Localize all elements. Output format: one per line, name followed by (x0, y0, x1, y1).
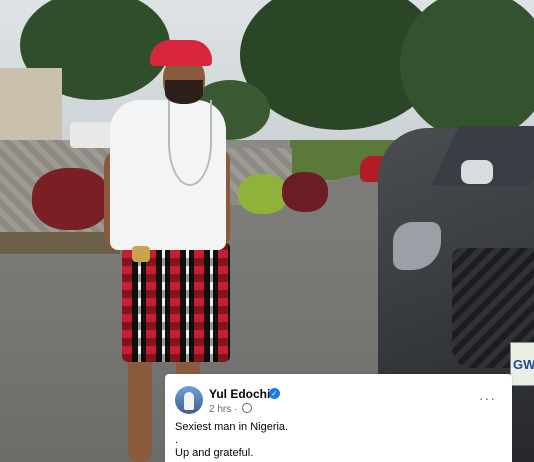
more-options-icon[interactable]: ··· (479, 390, 496, 406)
avatar[interactable] (175, 386, 203, 414)
post-meta: 2 hrs · (209, 403, 253, 415)
facebook-post-card: Yul Edochie ✓ 2 hrs · ··· Sexiest man in… (165, 374, 512, 462)
author-name[interactable]: Yul Edochie (209, 387, 277, 401)
side-mirror (461, 160, 493, 184)
red-cap (150, 40, 212, 66)
verified-badge-icon: ✓ (269, 388, 280, 399)
post-text: Sexiest man in Nigeria. . Up and gratefu… (175, 421, 288, 460)
green-shrub (238, 174, 288, 214)
beard (165, 80, 203, 104)
chain-necklace (168, 100, 212, 186)
post-line: . (175, 434, 179, 446)
meta-separator: · (234, 404, 238, 415)
post-line: Sexiest man in Nigeria. (175, 421, 289, 433)
globe-icon (242, 403, 253, 413)
red-shrub (282, 172, 328, 212)
building (0, 68, 62, 148)
post-line: Up and grateful. (175, 447, 254, 459)
red-shrub (32, 168, 110, 230)
post-time[interactable]: 2 hrs (209, 404, 231, 415)
leg (128, 352, 152, 462)
license-plate: GW (510, 342, 534, 386)
wristwatch (132, 246, 150, 262)
